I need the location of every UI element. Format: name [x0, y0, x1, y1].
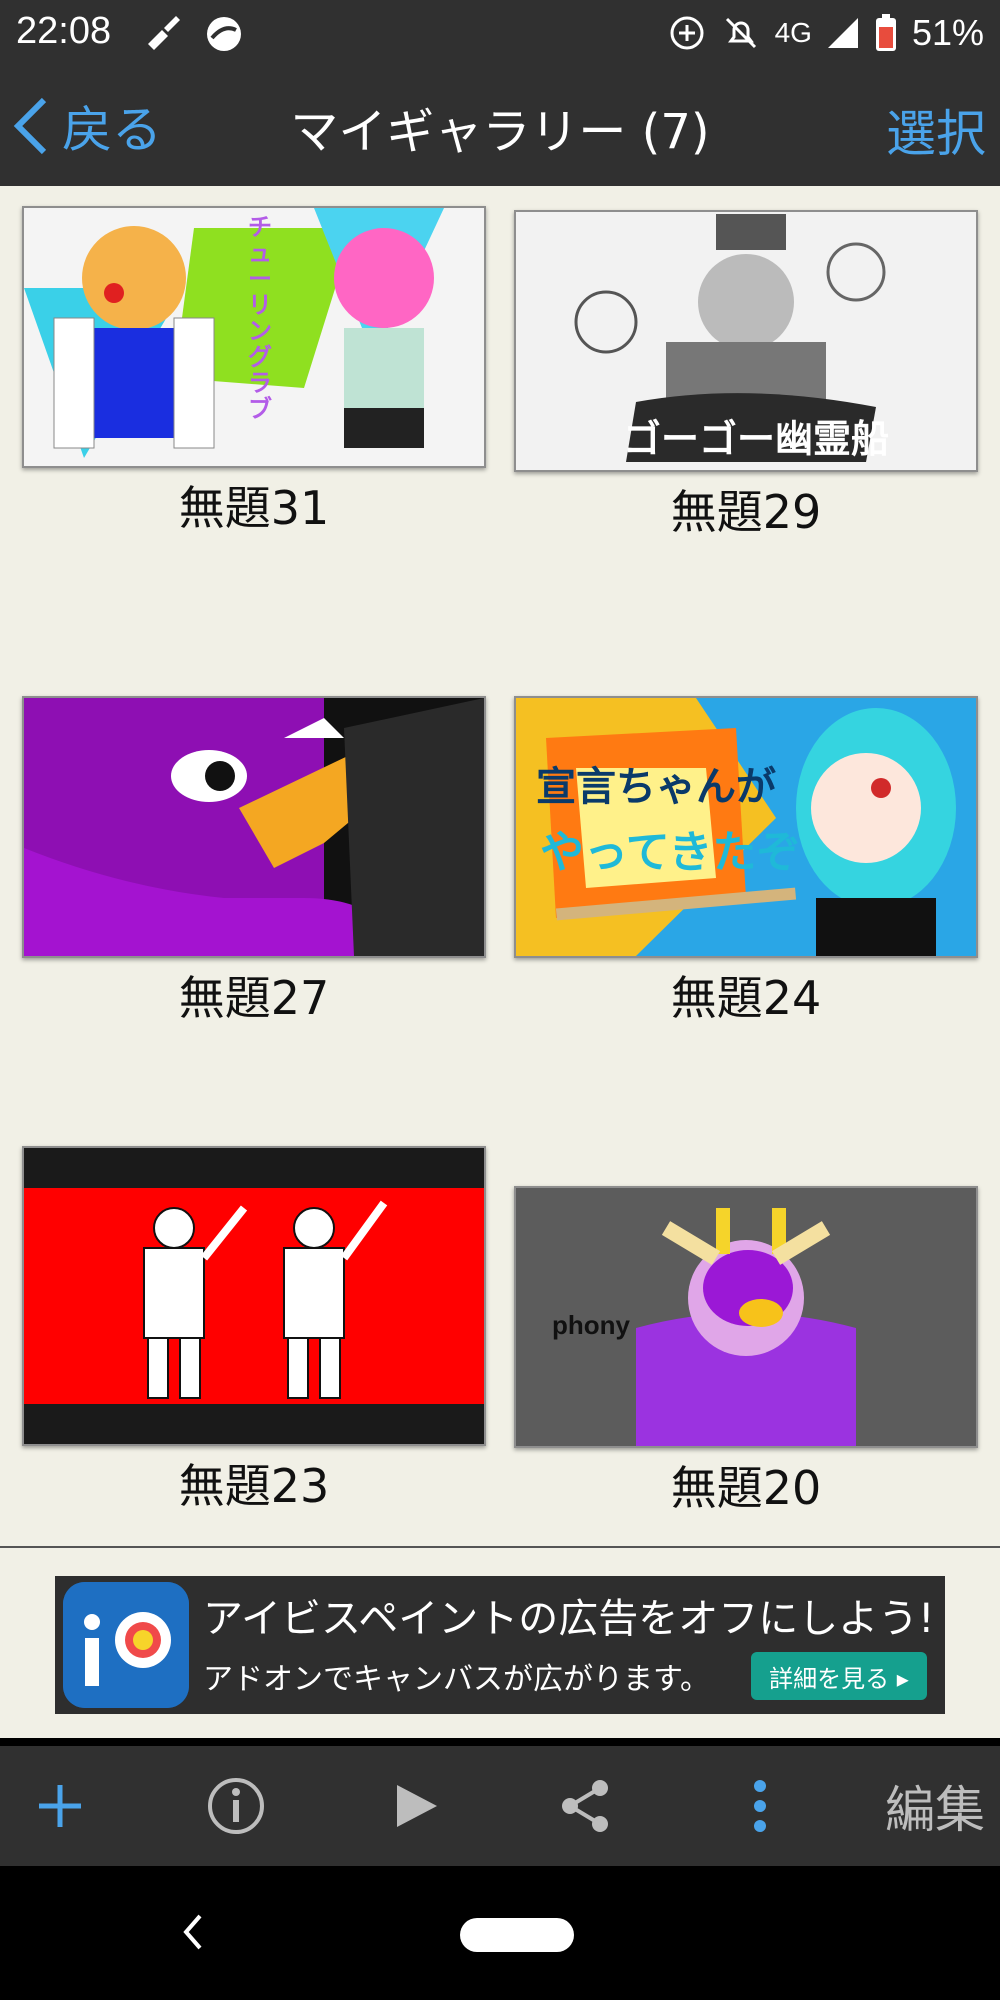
ad-area: アイビスペイントの広告をオフにしよう! アドオンでキャンバスが広がります。 詳細… — [0, 1548, 1000, 1738]
play-button[interactable] — [376, 1746, 456, 1866]
artwork-thumbnail: ゴーゴー幽霊船 — [514, 210, 978, 472]
battery-percent: 51% — [911, 12, 984, 53]
network-type: 4G — [774, 17, 812, 48]
back-button[interactable]: 戻る — [10, 86, 162, 166]
info-icon — [208, 1778, 264, 1834]
bell-off-icon — [725, 17, 756, 49]
gallery-item[interactable]: phony 無題20 — [514, 1186, 978, 1518]
system-nav-bar — [0, 1866, 1000, 2000]
item-title: 無題24 — [670, 971, 822, 1025]
artwork-thumbnail: チューリングラブ — [22, 206, 486, 468]
data-saver-icon — [670, 16, 704, 50]
ad-details-button[interactable]: 詳細を見る ▸ — [751, 1652, 927, 1700]
item-title: 無題31 — [178, 481, 330, 535]
select-button[interactable]: 選択 — [886, 94, 986, 166]
artwork-thumbnail — [22, 1146, 486, 1446]
gallery-item[interactable]: 宣言ちゃんが やってきたぞ 無題24 — [514, 696, 978, 1028]
status-time: 22:08 — [16, 10, 112, 52]
broom-icon — [148, 16, 180, 50]
gallery-item[interactable]: 無題27 — [22, 696, 486, 1028]
more-button[interactable] — [720, 1746, 800, 1866]
play-icon — [397, 1785, 437, 1827]
ad-banner[interactable]: アイビスペイントの広告をオフにしよう! アドオンでキャンバスが広がります。 詳細… — [55, 1576, 945, 1714]
battery-icon — [875, 14, 896, 51]
gallery-grid: チューリングラブ 無題31 ゴーゴー幽霊船 無題29 無題27 宣言ちゃんが や… — [0, 186, 1000, 1546]
info-button[interactable] — [196, 1746, 276, 1866]
back-label: 戻る — [62, 101, 162, 159]
bottom-toolbar: 編集 — [0, 1746, 1000, 1866]
artwork-thumbnail — [22, 696, 486, 958]
ad-subtext: アドオンでキャンバスが広がります。 — [203, 1662, 710, 1697]
artwork-text: phony — [552, 1310, 630, 1340]
nav-home-pill[interactable] — [460, 1918, 574, 1952]
more-vertical-icon — [754, 1780, 766, 1832]
artwork-thumbnail: 宣言ちゃんが やってきたぞ — [514, 696, 978, 958]
signal-icon — [827, 18, 858, 48]
ad-headline: アイビスペイントの広告をオフにしよう! — [203, 1596, 935, 1642]
nav-back-icon[interactable] — [178, 1910, 208, 1954]
edit-button[interactable]: 編集 — [880, 1746, 990, 1866]
item-title: 無題27 — [178, 971, 330, 1025]
gallery-item[interactable]: ゴーゴー幽霊船 無題29 — [514, 210, 978, 542]
share-button[interactable] — [546, 1746, 626, 1866]
ibispaint-logo-icon — [63, 1582, 189, 1708]
share-icon — [562, 1780, 608, 1832]
artwork-text: チューリングラブ — [248, 213, 272, 423]
round-app-icon — [207, 17, 241, 51]
gallery-item[interactable]: チューリングラブ 無題31 — [22, 206, 486, 538]
artwork-text: やってきたぞ — [540, 827, 801, 878]
item-title: 無題20 — [670, 1461, 822, 1515]
plus-icon — [39, 1785, 81, 1827]
artwork-text: ゴーゴー幽霊船 — [622, 417, 889, 461]
app-bar: 戻る マイギャラリー (7) 選択 — [0, 66, 1000, 186]
item-title: 無題29 — [670, 485, 822, 539]
artwork-text: 宣言ちゃんが — [536, 764, 776, 810]
item-title: 無題23 — [178, 1459, 330, 1513]
gallery-item[interactable]: 無題23 — [22, 1146, 486, 1516]
status-bar: 22:08 4G 51% — [0, 0, 1000, 66]
chevron-left-icon — [13, 97, 47, 155]
artwork-thumbnail: phony — [514, 1186, 978, 1448]
add-button[interactable] — [20, 1746, 100, 1866]
